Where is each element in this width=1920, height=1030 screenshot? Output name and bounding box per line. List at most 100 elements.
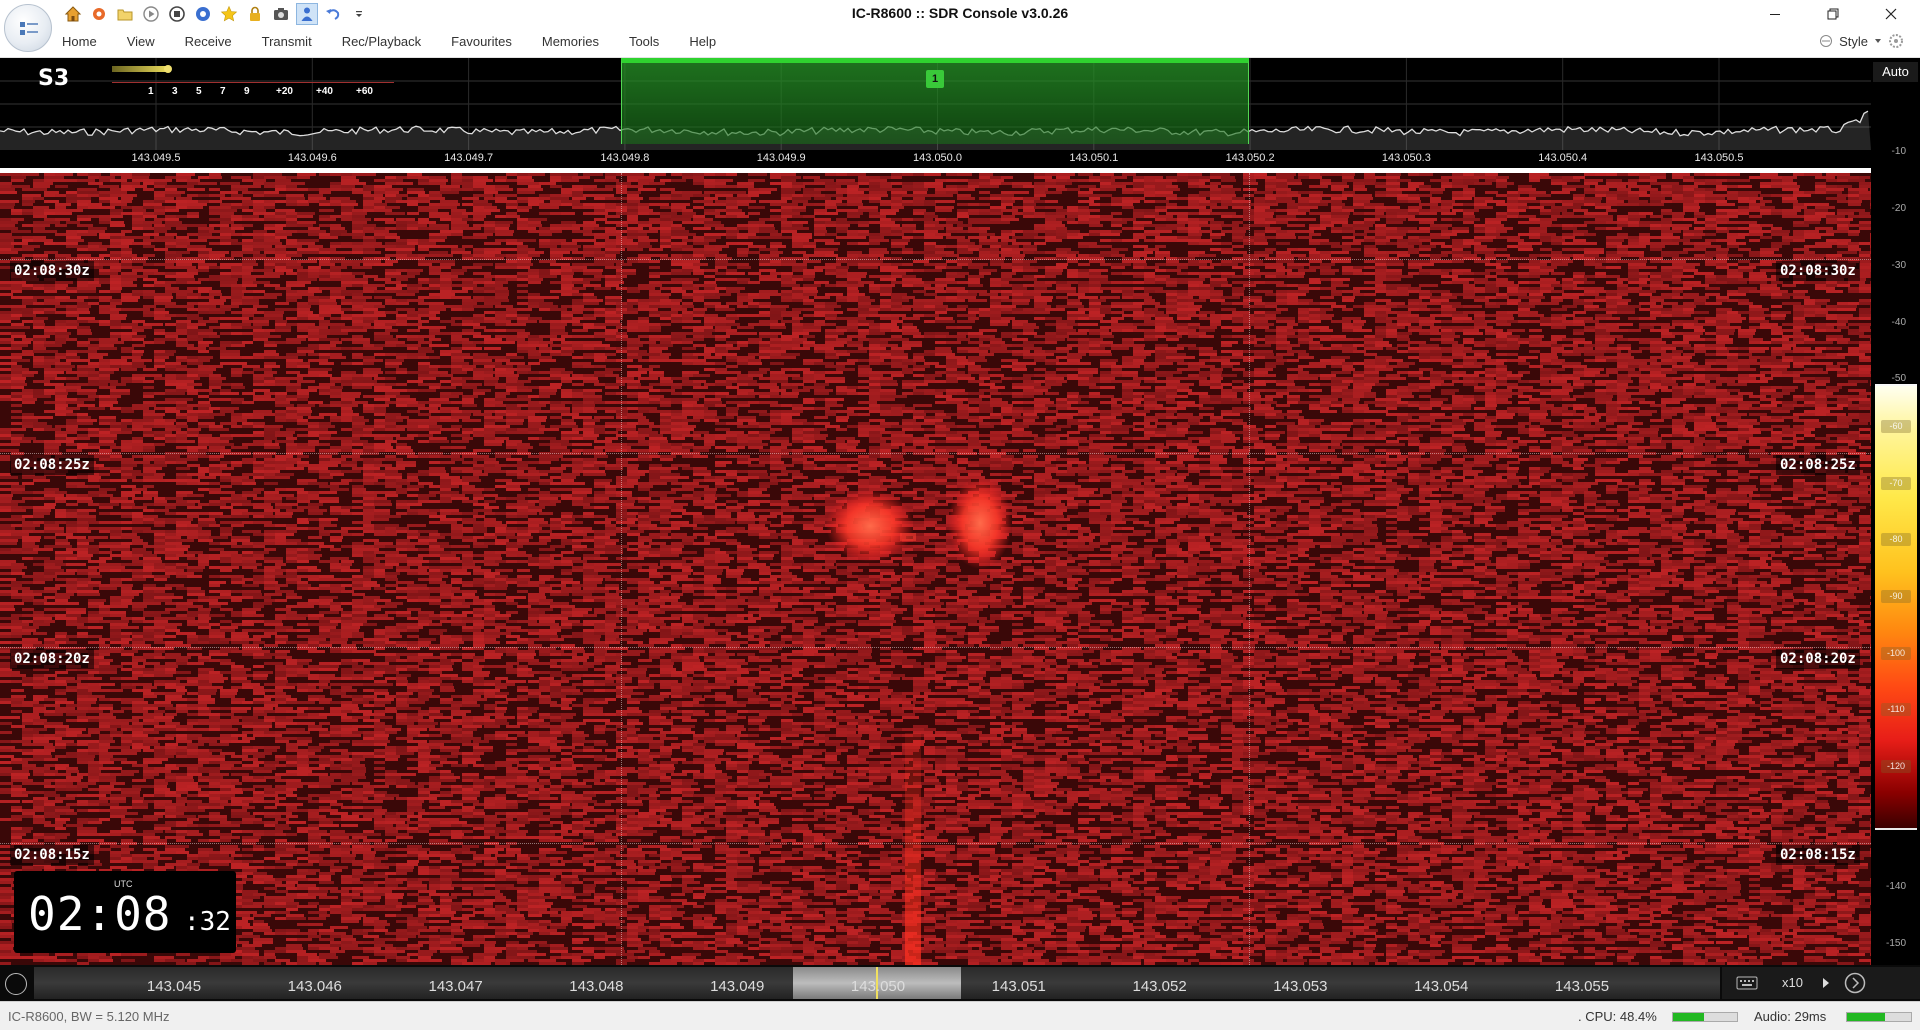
auto-range-button[interactable]: Auto	[1873, 62, 1918, 82]
dropdown-icon[interactable]	[348, 3, 370, 25]
overview-freq-tick: 143.047	[428, 978, 482, 995]
colorbar-label: -80	[1881, 533, 1911, 546]
time-label-left: 02:08:30z	[10, 261, 94, 281]
s-tick: 9	[244, 86, 250, 97]
spectrum-freq-tick: 143.050.4	[1538, 152, 1587, 164]
settings-gear-icon[interactable]	[1888, 33, 1904, 49]
camera-icon[interactable]	[270, 3, 292, 25]
freqbar-tools: x10	[1722, 967, 1920, 999]
chevron-down-icon	[1874, 37, 1882, 45]
star-icon[interactable]	[218, 3, 240, 25]
overview-freq-tick: 143.048	[569, 978, 623, 995]
undo-icon[interactable]	[322, 3, 344, 25]
colorbar-label: -70	[1881, 477, 1911, 490]
overview-freq-tick: 143.050	[851, 978, 905, 995]
s-tick: 3	[172, 86, 178, 97]
time-label-right: 02:08:15z	[1776, 845, 1860, 865]
s-tick: +40	[316, 86, 333, 97]
db-label: -30	[1892, 260, 1906, 271]
spectrum-freq-tick: 143.049.8	[600, 152, 649, 164]
menu-help[interactable]: Help	[689, 34, 716, 49]
cpu-status: . CPU: 48.4%	[1578, 1009, 1657, 1024]
spectrum-freq-tick: 143.050.0	[913, 152, 962, 164]
minimize-icon[interactable]	[1746, 0, 1804, 28]
quick-access-toolbar	[62, 3, 370, 25]
style-label: Style	[1839, 34, 1868, 49]
scroll-left-icon[interactable]	[5, 973, 27, 995]
overview-freq-tick: 143.049	[710, 978, 764, 995]
style-menu[interactable]: Style	[1819, 33, 1904, 49]
s-meter-baseline	[112, 82, 394, 83]
person-icon[interactable]	[296, 3, 318, 25]
menu-receive[interactable]: Receive	[185, 34, 232, 49]
folder-icon[interactable]	[114, 3, 136, 25]
time-gridline	[0, 843, 1871, 844]
overview-freq-tick: 143.045	[147, 978, 201, 995]
spectrum-freq-tick: 143.050.3	[1382, 152, 1431, 164]
utc-clock: UTC 02:08 :32	[14, 871, 236, 953]
time-label-left: 02:08:15z	[10, 845, 94, 865]
stop-icon[interactable]	[166, 3, 188, 25]
colorbar-label: -110	[1881, 703, 1911, 716]
bandwidth-edge-left	[621, 173, 622, 965]
style-icon	[1819, 33, 1833, 49]
app-logo-icon	[18, 18, 40, 40]
waterfall-color-scale[interactable]: -60 -70 -80 -90 -100 -110 -120	[1875, 384, 1917, 830]
restore-icon[interactable]	[1804, 0, 1862, 28]
time-gridline	[0, 259, 1871, 260]
overview-freq-tick: 143.046	[288, 978, 342, 995]
db-label: -150	[1886, 938, 1906, 949]
time-gridline	[0, 453, 1871, 454]
spectrum-freq-tick: 143.049.6	[288, 152, 337, 164]
spectrum-freq-tick: 143.050.1	[1069, 152, 1118, 164]
colorbar-label: -120	[1881, 760, 1911, 773]
menu-memories[interactable]: Memories	[542, 34, 599, 49]
s-meter-peak	[164, 65, 172, 73]
spectrum-freq-tick: 143.049.9	[757, 152, 806, 164]
db-label: -140	[1886, 881, 1906, 892]
s-tick: +20	[276, 86, 293, 97]
time-label-right: 02:08:30z	[1776, 261, 1860, 281]
play-icon[interactable]	[1822, 978, 1830, 988]
s-tick: +60	[356, 86, 373, 97]
waterfall-noise	[0, 173, 1871, 965]
waterfall-display[interactable]: 02:08:30z 02:08:25z 02:08:20z 02:08:15z …	[0, 173, 1871, 965]
spectrum-freq-tick: 143.050.5	[1695, 152, 1744, 164]
settings-gear-icon[interactable]	[88, 3, 110, 25]
lock-icon[interactable]	[244, 3, 266, 25]
bandwidth-edge-right	[1249, 173, 1250, 965]
menu-rec-playback[interactable]: Rec/Playback	[342, 34, 421, 49]
home-icon[interactable]	[62, 3, 84, 25]
menu-tools[interactable]: Tools	[629, 34, 659, 49]
s-tick: 5	[196, 86, 202, 97]
colorbar-label: -90	[1881, 590, 1911, 603]
time-label-right: 02:08:20z	[1776, 649, 1860, 669]
keyboard-icon[interactable]	[1736, 975, 1758, 991]
play-icon[interactable]	[140, 3, 162, 25]
menu-view[interactable]: View	[127, 34, 155, 49]
s-tick: 7	[220, 86, 226, 97]
overview-freq-tick: 143.051	[992, 978, 1046, 995]
s-meter-scale: 1 3 5 7 9 +20 +40 +60	[112, 62, 394, 92]
close-icon[interactable]	[1862, 0, 1920, 28]
menu-home[interactable]: Home	[62, 34, 97, 49]
overview-freq-tick: 143.055	[1555, 978, 1609, 995]
overview-freq-tick: 143.054	[1414, 978, 1468, 995]
overview-freq-tick: 143.052	[1132, 978, 1186, 995]
app-menu-button[interactable]	[4, 4, 52, 52]
colorbar-label: -60	[1881, 420, 1911, 433]
colorbar-label: -100	[1881, 647, 1911, 660]
window-controls	[1746, 0, 1920, 28]
menu-favourites[interactable]: Favourites	[451, 34, 512, 49]
spectrum-freq-tick: 143.050.2	[1226, 152, 1275, 164]
record-icon[interactable]	[192, 3, 214, 25]
zoom-level[interactable]: x10	[1782, 975, 1803, 990]
audio-status: Audio: 29ms	[1754, 1009, 1826, 1024]
menu-transmit[interactable]: Transmit	[262, 34, 312, 49]
menu-bar: Home View Receive Transmit Rec/Playback …	[0, 28, 1920, 58]
vfo-marker[interactable]: 1	[926, 70, 944, 88]
spectrum-display[interactable]: 1 S3 1 3 5 7 9 +20 +40 +60 143.049.5 143.…	[0, 58, 1871, 168]
scroll-right-icon[interactable]	[1844, 972, 1866, 994]
s-tick: 1	[148, 86, 154, 97]
audio-meter-fill	[1847, 1013, 1885, 1021]
